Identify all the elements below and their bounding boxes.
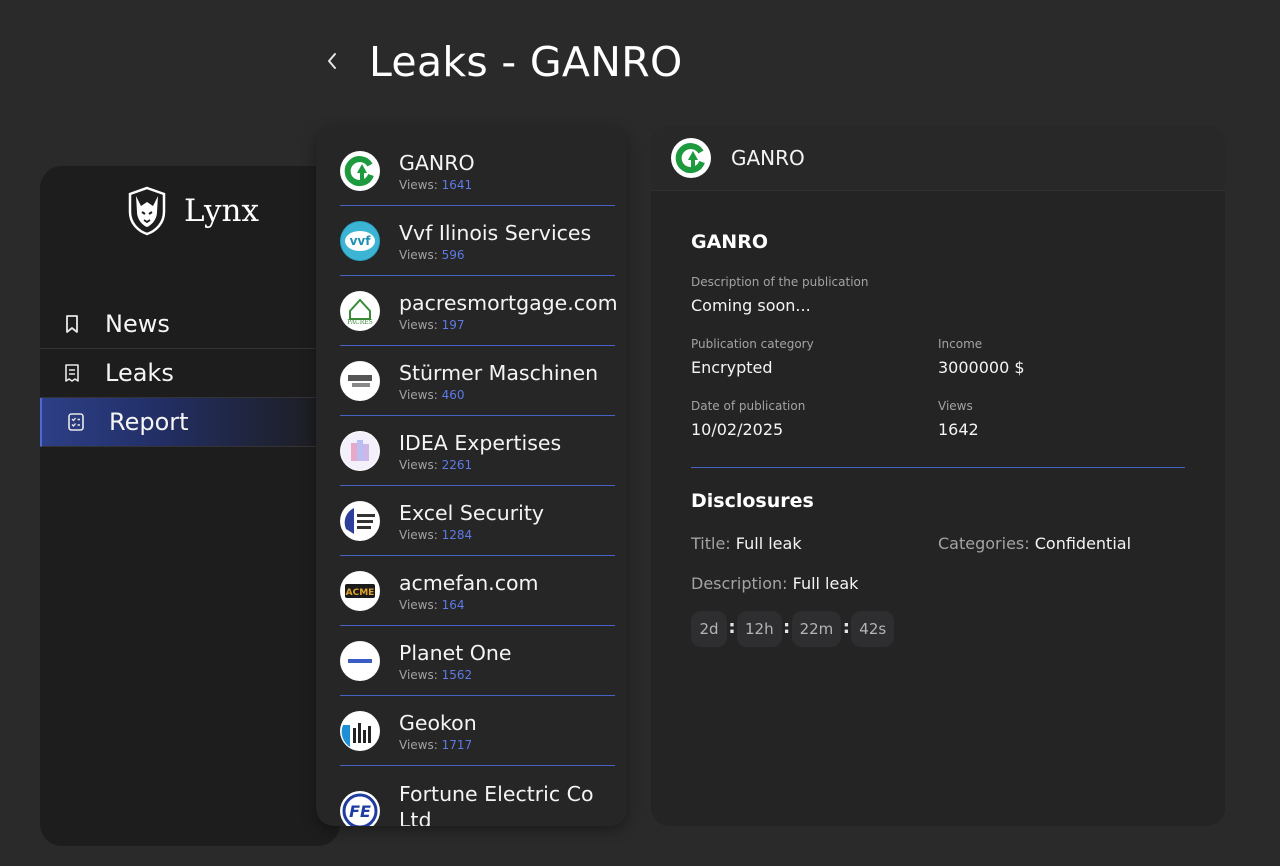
leaks-list-panel: GANRO Views: 1641 vvf Vvf Ilinois Servic… — [316, 126, 627, 826]
timer-separator: : — [842, 616, 850, 638]
divider — [691, 467, 1185, 468]
list-item-name: GANRO — [399, 151, 475, 175]
list-item-name: acmefan.com — [399, 571, 539, 595]
page-title: Leaks - GANRO — [369, 38, 683, 86]
brand-name: Lynx — [184, 193, 260, 229]
timer-separator: : — [728, 616, 736, 638]
list-item-views: Views: 1641 — [399, 178, 473, 192]
disclosures-heading: Disclosures — [691, 490, 814, 512]
sidebar-item-leaks[interactable]: Leaks — [40, 349, 340, 398]
leaks-list: GANRO Views: 1641 vvf Vvf Ilinois Servic… — [340, 136, 618, 826]
list-item-name: Stürmer Maschinen — [399, 361, 599, 385]
timer-seconds: 42s — [851, 611, 895, 647]
list-item-name: Geokon — [399, 711, 477, 735]
list-item[interactable]: IDEA Expertises Views: 2261 — [340, 416, 615, 486]
disclosure-description: Description: Full leak — [691, 574, 859, 593]
income-value: 3000000 $ — [938, 358, 1025, 377]
detail-header: GANRO — [651, 126, 1225, 191]
disclosure-title: Title: Full leak — [691, 534, 802, 553]
company-logo: vvf — [340, 221, 380, 261]
timer-hours: 12h — [737, 611, 782, 647]
list-item-name: pacresmortgage.com — [399, 291, 618, 315]
svg-text:FE: FE — [349, 802, 371, 821]
company-logo: ACME — [340, 571, 380, 611]
list-item-views: Views: 596 — [399, 248, 465, 262]
list-item[interactable]: vvf Vvf Ilinois Services Views: 596 — [340, 206, 615, 276]
bookmark-icon — [62, 314, 82, 334]
list-item-views: Views: 460 — [399, 388, 465, 402]
list-item-name: Vvf Ilinois Services — [399, 221, 592, 245]
category-field: Publication category Encrypted — [691, 337, 938, 377]
detail-company-name: GANRO — [731, 146, 805, 170]
list-item[interactable]: Excel Security Views: 1284 — [340, 486, 615, 556]
description-field: Description of the publication Coming so… — [691, 275, 1185, 315]
svg-text:vvf: vvf — [350, 234, 372, 248]
sidebar-item-label: News — [105, 310, 170, 338]
company-logo — [340, 431, 380, 471]
timer-minutes: 22m — [791, 611, 842, 647]
list-item-name: IDEA Expertises — [399, 431, 562, 455]
list-item[interactable]: Geokon Views: 1717 — [340, 696, 615, 766]
list-item-views: Views: 1717 — [399, 738, 473, 752]
list-item-views: Views: 1284 — [399, 528, 473, 542]
category-value: Encrypted — [691, 358, 773, 377]
company-logo — [340, 151, 380, 191]
list-item-name: Fortune Electric Co Ltd — [399, 782, 594, 826]
list-item-name: Excel Security — [399, 501, 545, 525]
date-field: Date of publication 10/02/2025 — [691, 399, 938, 439]
list-item-views: Views: 164 — [399, 598, 465, 612]
company-logo — [671, 138, 711, 178]
list-item[interactable]: Planet One Views: 1562 — [340, 626, 615, 696]
list-item[interactable]: GANRO Views: 1641 — [340, 136, 615, 206]
company-logo — [340, 361, 380, 401]
views-field: Views 1642 — [938, 399, 1185, 439]
leak-detail-panel: GANRO GANRO Description of the publicati… — [651, 126, 1225, 826]
company-logo — [340, 501, 380, 541]
disclosure-categories: Categories: Confidential — [938, 534, 1132, 553]
company-logo: FE — [340, 791, 380, 826]
sidebar-nav: News Leaks Report — [40, 300, 340, 447]
svg-text:PACRES: PACRES — [347, 319, 372, 326]
lynx-shield-icon — [128, 186, 166, 236]
countdown-timer: 2d : 12h : 22m : 42s — [691, 611, 1185, 647]
description-value: Coming soon... — [691, 296, 811, 315]
company-logo — [340, 641, 380, 681]
list-item-views: Views: 2261 — [399, 458, 473, 472]
detail-body: GANRO Description of the publication Com… — [691, 231, 1185, 647]
sidebar-item-news[interactable]: News — [40, 300, 340, 349]
company-logo: PACRES — [340, 291, 380, 331]
back-button[interactable] — [318, 46, 346, 76]
views-value: 1642 — [938, 420, 979, 439]
receipt-icon — [62, 363, 82, 383]
list-item-name: Planet One — [399, 641, 512, 665]
checklist-icon — [66, 412, 86, 432]
list-item[interactable]: PACRES pacresmortgage.com Views: 197 — [340, 276, 618, 346]
sidebar-item-label: Leaks — [105, 359, 174, 387]
list-item-views: Views: 1562 — [399, 668, 473, 682]
list-item[interactable]: ACME acmefan.com Views: 164 — [340, 556, 615, 626]
detail-title: GANRO — [691, 231, 768, 253]
sidebar-item-label: Report — [109, 408, 189, 436]
sidebar: Lynx News Leaks Report — [40, 166, 340, 846]
brand[interactable]: Lynx — [124, 186, 259, 236]
chevron-left-icon — [328, 53, 336, 69]
list-item-views: Views: 197 — [399, 318, 465, 332]
list-item[interactable]: Stürmer Maschinen Views: 460 — [340, 346, 615, 416]
income-field: Income 3000000 $ — [938, 337, 1185, 377]
sidebar-item-report[interactable]: Report — [40, 398, 340, 447]
timer-separator: : — [782, 616, 791, 638]
list-item[interactable]: FE Fortune Electric Co Ltd — [340, 766, 615, 826]
svg-text:ACME: ACME — [346, 588, 375, 598]
date-value: 10/02/2025 — [691, 420, 784, 439]
timer-days: 2d — [691, 611, 727, 647]
company-logo — [340, 711, 380, 751]
